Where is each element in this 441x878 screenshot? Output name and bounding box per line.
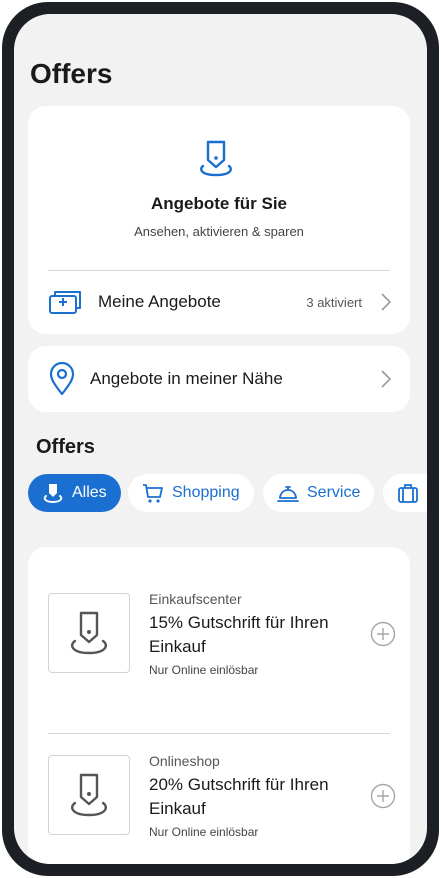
device-frame: Offers Angebote für Sie Ansehen, aktivie… [2,2,439,876]
cart-icon [143,484,163,503]
page-title: Offers [30,58,113,89]
filter-chip-label: Service [307,484,361,501]
suitcase-icon [398,484,418,503]
activated-count: 3 aktiviert [306,294,362,310]
offer-title: 20% Gutschrift für Ihren Einkauf [149,775,329,818]
section-title: Offers [36,436,95,458]
offer-item[interactable]: Onlineshop 20% Gutschrift für Ihren Eink… [48,743,396,843]
add-offer-icon[interactable] [370,621,396,647]
filter-chip-all[interactable]: Alles [28,474,121,512]
nearby-offers-label: Angebote in meiner Nähe [90,369,283,388]
filter-chip-label: Alles [72,484,107,501]
offers-list: Einkaufscenter 15% Gutschrift für Ihren … [28,547,410,864]
tag-icon [71,611,107,655]
location-pin-icon [49,362,75,396]
service-bell-icon [277,486,299,502]
filter-chip-label: Shopping [172,484,240,501]
hero-subtitle: Ansehen, aktivieren & sparen [134,224,304,239]
chevron-right-icon [381,293,392,311]
offer-note: Nur Online einlösbar [149,663,259,677]
offer-title: 15% Gutschrift für Ihren Einkauf [149,613,329,656]
my-offers-row[interactable]: Meine Angebote 3 aktiviert [48,282,392,322]
offer-category: Onlineshop [149,753,220,769]
offer-note: Nur Online einlösbar [149,825,259,839]
app-screen: Offers Angebote für Sie Ansehen, aktivie… [14,14,427,864]
chevron-right-icon [381,370,392,388]
tag-icon [43,484,63,504]
hero-title: Angebote für Sie [150,194,287,213]
divider [48,733,390,734]
tag-icon [71,773,107,817]
divider [48,270,390,271]
filter-chip-service[interactable]: Service [263,474,375,512]
my-offers-label: Meine Angebote [98,292,221,311]
offers-hero-card[interactable]: Angebote für Sie Ansehen, aktivieren & s… [28,106,410,334]
add-offer-icon[interactable] [370,783,396,809]
filter-chip-shopping[interactable]: Shopping [128,474,254,512]
cards-icon [49,291,81,314]
tag-icon [200,140,232,177]
nearby-offers-card[interactable]: Angebote in meiner Nähe [28,346,410,412]
offer-thumbnail [48,755,130,835]
offer-category: Einkaufscenter [149,591,242,607]
nearby-offers-row[interactable]: Angebote in meiner Nähe [48,359,392,399]
offer-thumbnail [48,593,130,673]
filter-chip-travel[interactable]: R [383,474,427,512]
offer-item[interactable]: Einkaufscenter 15% Gutschrift für Ihren … [48,581,396,681]
